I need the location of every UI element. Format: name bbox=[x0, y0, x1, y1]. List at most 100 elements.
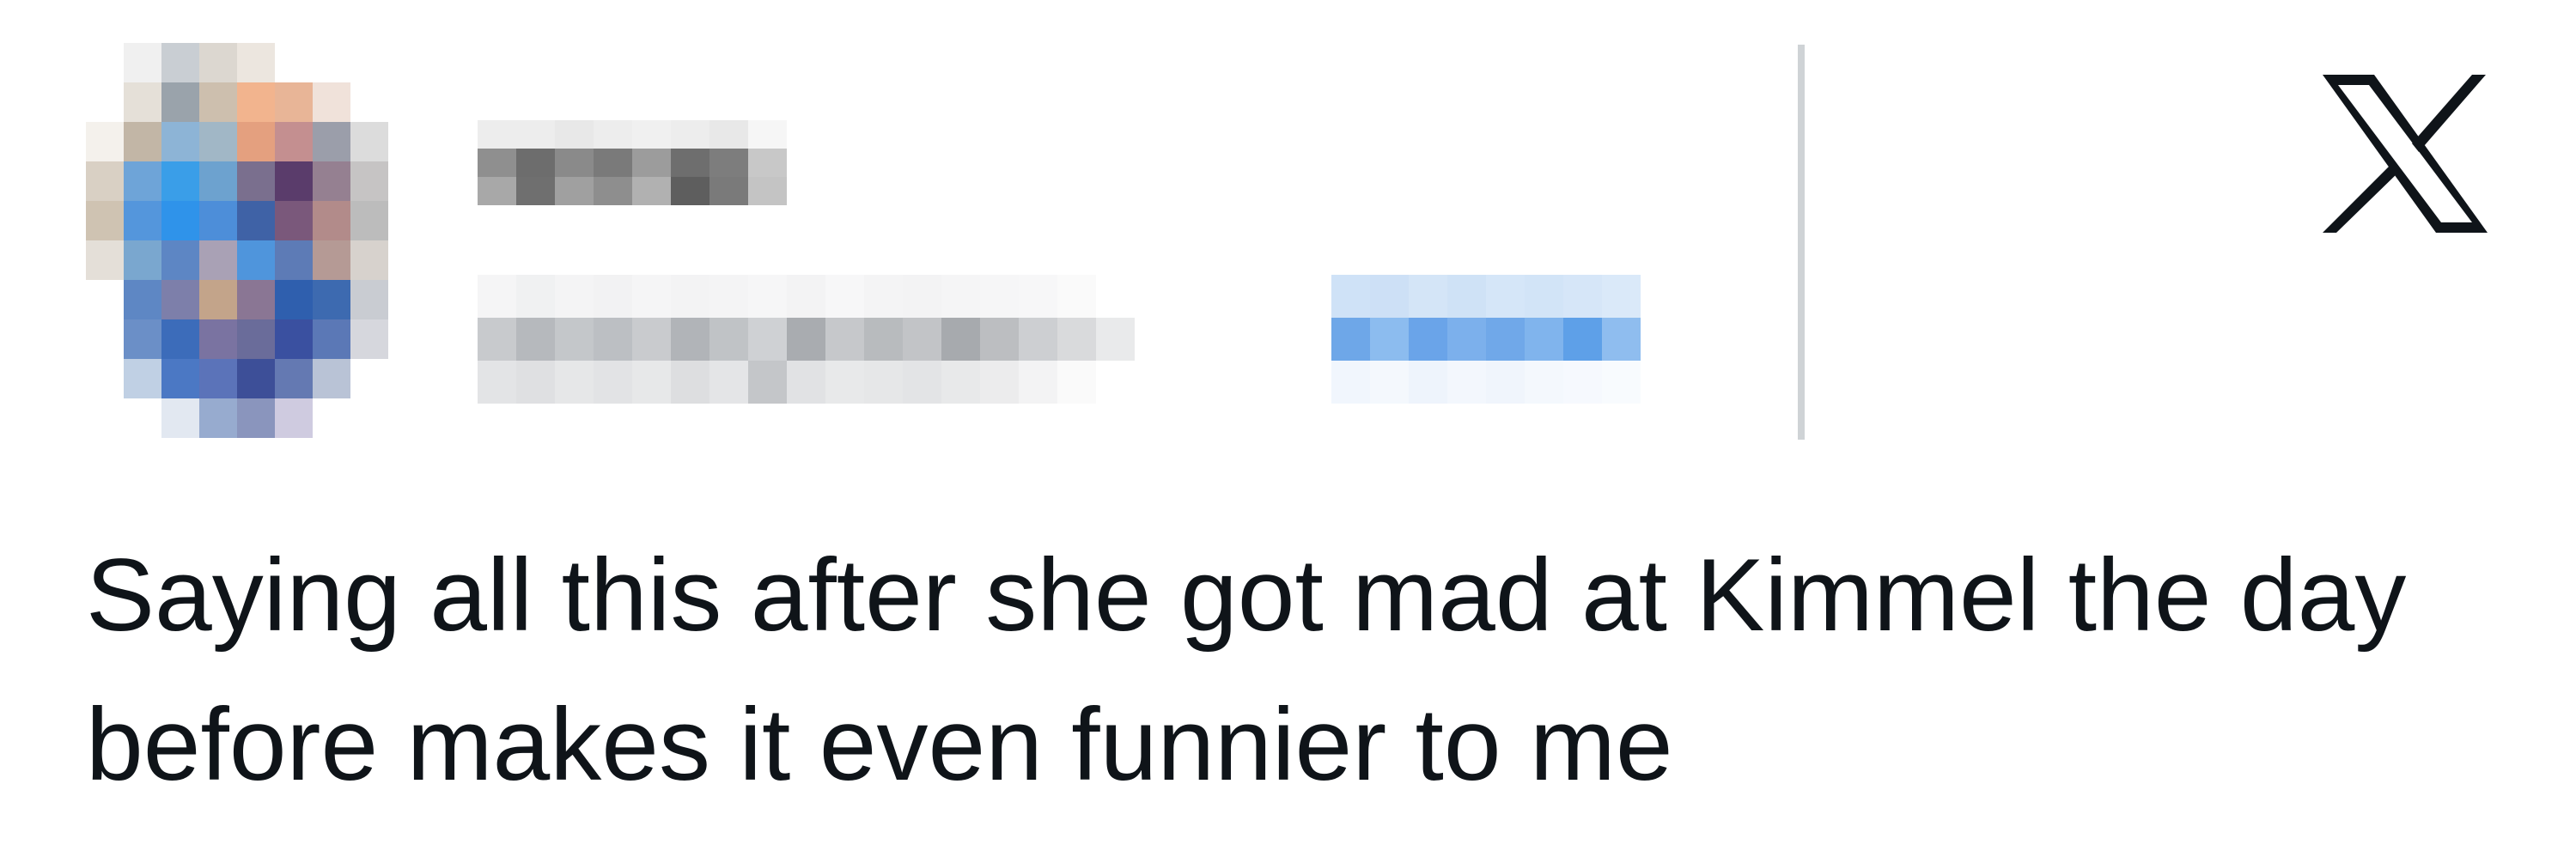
avatar-pixel bbox=[275, 280, 313, 319]
avatar-pixel bbox=[388, 319, 426, 359]
avatar-pixel bbox=[124, 82, 161, 122]
follow-pixel bbox=[1331, 361, 1370, 404]
handle-pixel bbox=[1057, 318, 1096, 361]
avatar-pixel bbox=[199, 280, 237, 319]
avatar-pixel bbox=[350, 82, 388, 122]
handle-pixel bbox=[903, 275, 941, 318]
avatar-pixel bbox=[388, 359, 426, 398]
avatar-pixel bbox=[199, 82, 237, 122]
avatar-pixel bbox=[313, 82, 350, 122]
avatar-pixel bbox=[313, 161, 350, 201]
handle-pixel bbox=[1173, 361, 1212, 404]
handle-pixel bbox=[709, 318, 748, 361]
user-handle[interactable] bbox=[478, 275, 1289, 404]
name-pixel bbox=[671, 120, 709, 149]
avatar-pixel bbox=[275, 398, 313, 438]
user-avatar[interactable] bbox=[86, 43, 464, 438]
follow-pixel bbox=[1525, 318, 1563, 361]
avatar-pixel bbox=[426, 398, 464, 438]
handle-pixel bbox=[748, 275, 787, 318]
name-pixel bbox=[478, 149, 516, 177]
name-pixel bbox=[478, 120, 516, 149]
handle-pixel bbox=[555, 318, 594, 361]
avatar-pixel bbox=[124, 161, 161, 201]
handle-pixel bbox=[478, 318, 516, 361]
avatar-pixel bbox=[161, 240, 199, 280]
handle-pixel bbox=[516, 318, 555, 361]
handle-pixel bbox=[1096, 361, 1135, 404]
follow-pixel bbox=[1486, 275, 1525, 318]
handle-pixel bbox=[980, 275, 1019, 318]
avatar-pixel bbox=[388, 201, 426, 240]
avatar-image bbox=[86, 43, 464, 438]
follow-pixel bbox=[1525, 275, 1563, 318]
avatar-pixel bbox=[86, 359, 124, 398]
name-pixel bbox=[516, 149, 555, 177]
avatar-pixel bbox=[237, 240, 275, 280]
name-pixel bbox=[748, 177, 787, 205]
handle-pixel bbox=[671, 275, 709, 318]
name-pixel bbox=[555, 149, 594, 177]
handle-pixel bbox=[709, 361, 748, 404]
handle-pixel bbox=[1135, 318, 1173, 361]
avatar-pixel bbox=[350, 280, 388, 319]
handle-pixel bbox=[941, 361, 980, 404]
follow-pixel bbox=[1331, 275, 1370, 318]
avatar-pixel bbox=[313, 319, 350, 359]
avatar-pixel bbox=[86, 280, 124, 319]
avatar-pixel bbox=[426, 240, 464, 280]
handle-pixel bbox=[632, 318, 671, 361]
follow-pixel bbox=[1641, 275, 1679, 318]
name-pixel bbox=[555, 177, 594, 205]
follow-pixel bbox=[1370, 275, 1409, 318]
handle-pixel bbox=[1212, 361, 1251, 404]
avatar-pixel bbox=[237, 43, 275, 82]
name-pixel bbox=[632, 120, 671, 149]
avatar-pixel bbox=[237, 122, 275, 161]
handle-pixel bbox=[1019, 275, 1057, 318]
handle-pixel bbox=[1096, 275, 1135, 318]
follow-pixel bbox=[1602, 275, 1641, 318]
handle-pixel bbox=[709, 275, 748, 318]
avatar-pixel bbox=[275, 43, 313, 82]
follow-pixel bbox=[1486, 318, 1525, 361]
name-pixel bbox=[594, 177, 632, 205]
handle-pixel bbox=[1057, 361, 1096, 404]
avatar-pixel bbox=[199, 43, 237, 82]
name-pixel bbox=[748, 120, 787, 149]
handle-pixel bbox=[748, 361, 787, 404]
handle-pixel bbox=[516, 361, 555, 404]
handle-pixel bbox=[980, 318, 1019, 361]
avatar-pixel bbox=[313, 359, 350, 398]
avatar-pixel bbox=[161, 280, 199, 319]
handle-pixel bbox=[825, 361, 864, 404]
handle-pixel bbox=[980, 361, 1019, 404]
handle-pixel bbox=[864, 275, 903, 318]
name-pixel bbox=[594, 120, 632, 149]
avatar-pixel bbox=[350, 43, 388, 82]
display-name[interactable] bbox=[478, 120, 787, 205]
handle-pixel bbox=[594, 275, 632, 318]
handle-pixel bbox=[1212, 318, 1251, 361]
avatar-pixel bbox=[350, 161, 388, 201]
avatar-pixel bbox=[426, 359, 464, 398]
avatar-pixel bbox=[237, 280, 275, 319]
handle-pixel bbox=[1173, 318, 1212, 361]
avatar-pixel bbox=[161, 319, 199, 359]
handle-pixel bbox=[594, 361, 632, 404]
handle-pixel bbox=[1135, 361, 1173, 404]
follow-pixel bbox=[1563, 275, 1602, 318]
handle-pixel bbox=[864, 318, 903, 361]
avatar-pixel bbox=[86, 398, 124, 438]
follow-pixel bbox=[1409, 361, 1447, 404]
avatar-pixel bbox=[313, 122, 350, 161]
x-logo-icon[interactable] bbox=[2319, 73, 2491, 234]
handle-pixel bbox=[941, 275, 980, 318]
follow-pixel bbox=[1370, 318, 1409, 361]
avatar-pixel bbox=[124, 319, 161, 359]
name-pixel bbox=[555, 120, 594, 149]
handle-pixel bbox=[787, 361, 825, 404]
avatar-pixel bbox=[388, 43, 426, 82]
avatar-pixel bbox=[124, 280, 161, 319]
follow-link[interactable] bbox=[1331, 275, 1679, 404]
